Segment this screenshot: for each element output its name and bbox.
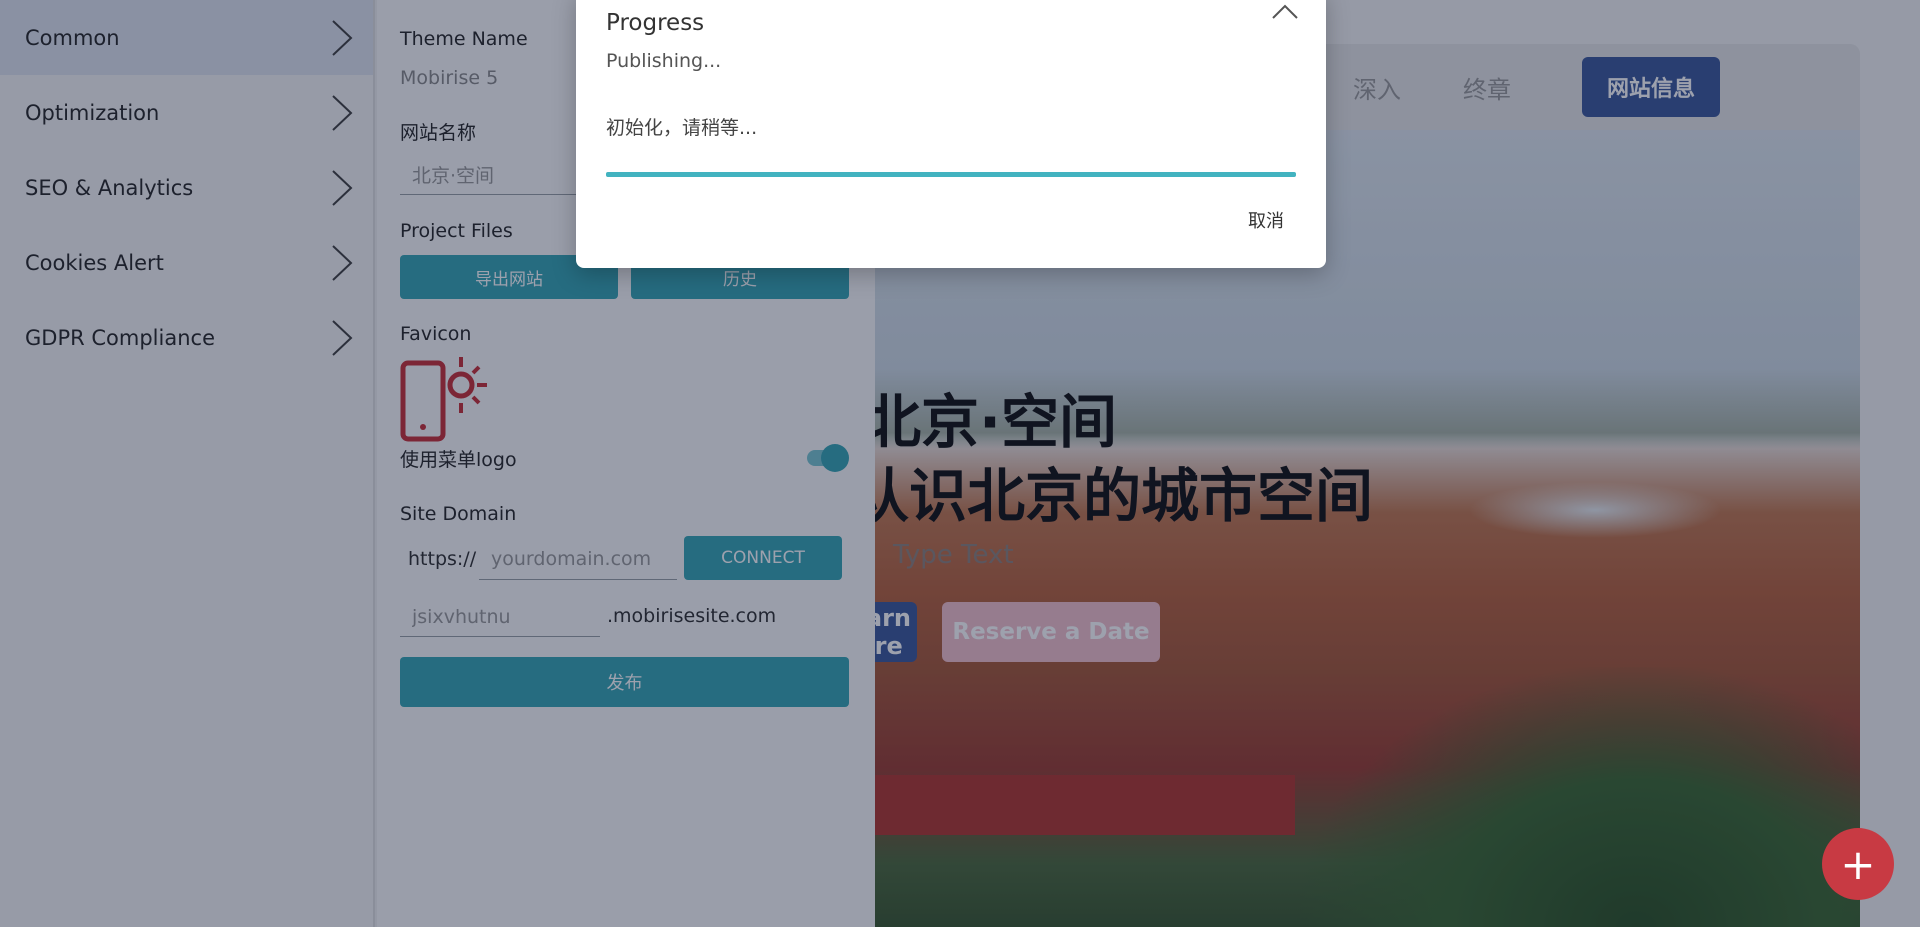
- progress-bar-fill: [606, 172, 1296, 177]
- plus-icon: +: [1840, 839, 1876, 889]
- progress-message: 初始化，请稍等...: [606, 117, 758, 139]
- publish-status: Publishing...: [606, 50, 722, 72]
- add-block-button[interactable]: +: [1822, 828, 1894, 900]
- dialog-title: Progress: [606, 10, 705, 36]
- cancel-button[interactable]: 取消: [1248, 207, 1284, 233]
- progress-bar: [606, 172, 1296, 177]
- progress-dialog: Progress Publishing... 初始化，请稍等... 取消: [576, 0, 1326, 268]
- close-icon[interactable]: [1270, 0, 1300, 22]
